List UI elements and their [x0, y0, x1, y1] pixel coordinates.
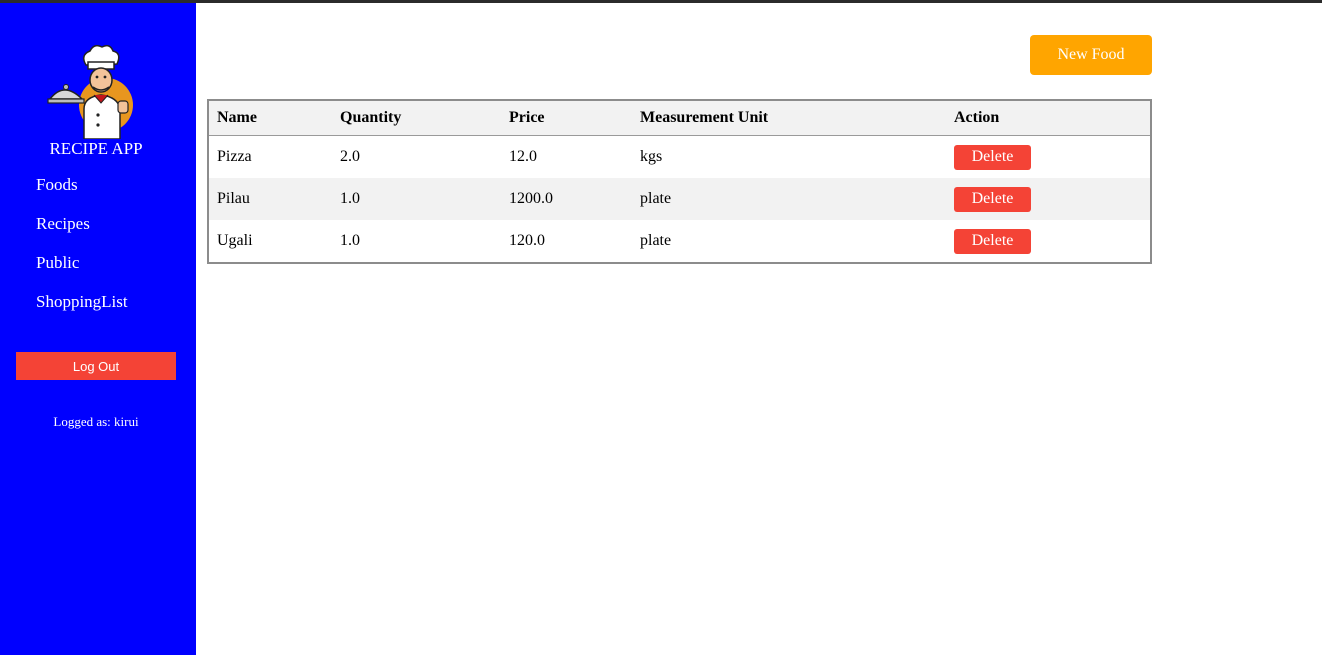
table-header-row: Name Quantity Price Measurement Unit Act… — [209, 101, 1150, 136]
cell-price: 1200.0 — [501, 178, 632, 220]
column-header-quantity: Quantity — [332, 101, 501, 136]
delete-button[interactable]: Delete — [954, 186, 1031, 212]
cell-action: Delete — [946, 220, 1150, 262]
table-row: Ugali 1.0 120.0 plate Delete — [209, 220, 1150, 262]
sidebar-item-public[interactable]: Public — [36, 253, 128, 292]
new-food-button[interactable]: New Food — [1030, 35, 1152, 75]
foods-table: Name Quantity Price Measurement Unit Act… — [209, 101, 1150, 262]
sidebar-item-foods[interactable]: Foods — [36, 175, 128, 214]
column-header-measurement-unit: Measurement Unit — [632, 101, 946, 136]
delete-button[interactable]: Delete — [954, 144, 1031, 170]
cell-name: Pilau — [209, 178, 332, 220]
cell-quantity: 1.0 — [340, 232, 360, 249]
app-title: RECIPE APP — [49, 139, 143, 158]
sidebar-item-recipes[interactable]: Recipes — [36, 214, 128, 253]
table-row: Pilau 1.0 1200.0 plate Delete — [209, 178, 1150, 220]
cell-unit: plate — [640, 232, 672, 249]
delete-button[interactable]: Delete — [954, 228, 1031, 254]
cell-price: 12.0 — [509, 148, 537, 165]
cell-quantity: 1.0 — [332, 178, 501, 220]
cell-name: Ugali — [217, 232, 253, 249]
top-border — [0, 0, 1322, 3]
table-row: Pizza 2.0 12.0 kgs Delete — [209, 136, 1150, 179]
column-header-action: Action — [946, 101, 1150, 136]
cell-action: Delete — [946, 136, 1150, 179]
column-header-price: Price — [501, 101, 632, 136]
cell-price: 120.0 — [509, 232, 545, 249]
cell-quantity: 2.0 — [340, 148, 360, 165]
cell-unit: kgs — [640, 148, 663, 165]
logged-as-text: Logged as: kirui — [53, 414, 139, 429]
column-header-name: Name — [209, 101, 332, 136]
sidebar-item-shoppinglist[interactable]: ShoppingList — [36, 292, 128, 331]
chef-holding-cloche-icon — [47, 44, 133, 139]
cell-action: Delete — [946, 178, 1150, 220]
cell-name: Pizza — [217, 148, 252, 165]
cell-unit: plate — [632, 178, 946, 220]
sidebar: RECIPE APP Foods Recipes Public Shopping… — [0, 3, 196, 655]
foods-table-container: Name Quantity Price Measurement Unit Act… — [207, 99, 1152, 264]
logout-button[interactable]: Log Out — [16, 352, 176, 380]
sidebar-nav: Foods Recipes Public ShoppingList — [36, 175, 128, 331]
